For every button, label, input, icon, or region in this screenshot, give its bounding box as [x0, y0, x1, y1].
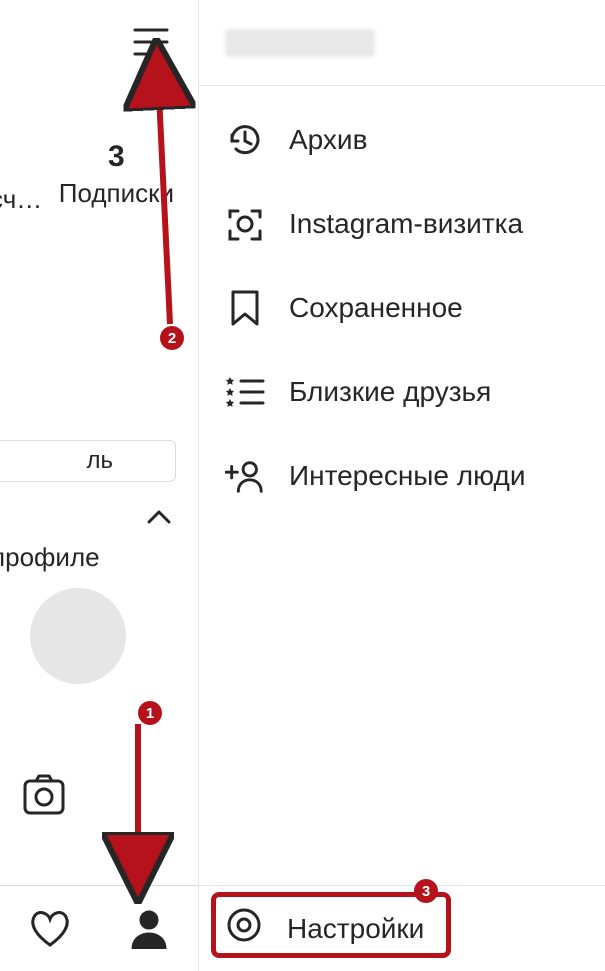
menu-item-label: Сохраненное [289, 292, 463, 324]
username-redacted [225, 29, 375, 57]
menu-item-label: Настройки [287, 913, 424, 945]
menu-item-label: Instagram-визитка [289, 208, 523, 240]
menu-item-nametag[interactable]: Instagram-визитка [199, 182, 605, 266]
menu-item-settings[interactable]: Настройки [199, 885, 605, 971]
edit-profile-button[interactable]: ль [0, 440, 176, 482]
side-menu-panel: Архив Instagram-визитка Сохраненное [199, 0, 605, 971]
stat-following[interactable]: 3 Подписки [59, 142, 174, 209]
discover-people-icon [225, 456, 265, 496]
bookmark-icon [225, 288, 265, 328]
menu-item-saved[interactable]: Сохраненное [199, 266, 605, 350]
new-post-icon[interactable] [22, 772, 66, 821]
menu-item-archive[interactable]: Архив [199, 98, 605, 182]
nametag-icon [225, 204, 265, 244]
menu-header [199, 0, 605, 86]
hamburger-menu-button[interactable] [133, 28, 169, 56]
profile-tab-icon[interactable] [127, 907, 171, 951]
activity-heart-icon[interactable] [28, 907, 72, 951]
menu-list: Архив Instagram-визитка Сохраненное [199, 86, 605, 518]
menu-item-label: Архив [289, 124, 367, 156]
stat-followers-label-fragment: сч… [0, 184, 42, 215]
chevron-up-icon[interactable] [147, 510, 171, 524]
highlight-add-circle[interactable] [30, 588, 126, 684]
highlights-label-fragment: в профиле [0, 542, 100, 573]
history-icon [225, 120, 265, 160]
close-friends-icon [225, 372, 265, 412]
menu-item-close-friends[interactable]: Близкие друзья [199, 350, 605, 434]
profile-pane: сч… 3 Подписки ль в профиле [0, 0, 199, 971]
bottom-nav [0, 885, 199, 971]
menu-item-label: Интересные люди [289, 460, 525, 492]
edit-profile-label-fragment: ль [86, 447, 113, 475]
menu-item-label: Близкие друзья [289, 376, 491, 408]
settings-icon [225, 906, 263, 951]
menu-item-discover-people[interactable]: Интересные люди [199, 434, 605, 518]
stat-following-count: 3 [59, 142, 174, 172]
stat-following-label: Подписки [59, 178, 174, 209]
